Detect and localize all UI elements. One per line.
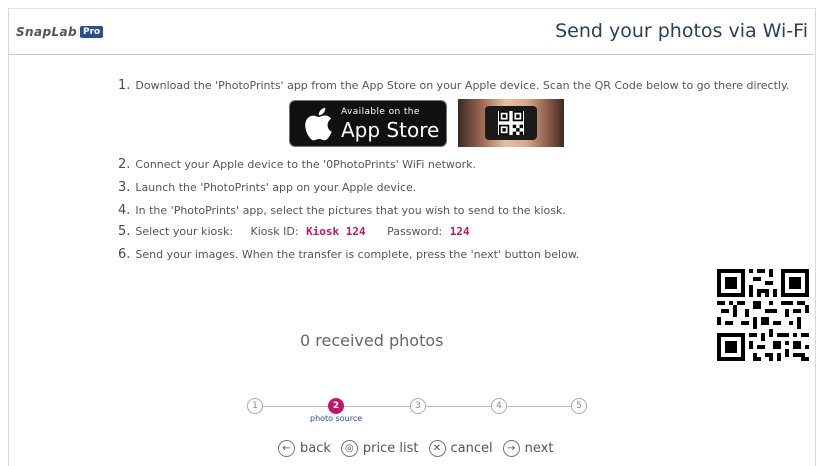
step-1: 1. Download the 'PhotoPrints' app from th… (118, 78, 789, 93)
small-qr-icon (499, 111, 523, 135)
logo-pro-badge: Pro (80, 26, 104, 38)
app-store-badge[interactable]: Available on the App Store (289, 100, 447, 147)
app-store-small-text: Available on the (341, 106, 420, 117)
password-label: Password: (387, 225, 443, 238)
progress-current-label: photo source (310, 414, 363, 423)
next-label: next (524, 441, 554, 456)
step-number: 1. (118, 78, 131, 93)
phone-scanning-image (458, 99, 564, 147)
cancel-label: cancel (450, 441, 493, 456)
kiosk-id-label: Kiosk ID: (250, 225, 299, 238)
progress-step-3: 3 (410, 398, 426, 414)
step-4: 4. In the 'PhotoPrints' app, select the p… (118, 203, 566, 218)
step-text: Download the 'PhotoPrints' app from the … (135, 79, 790, 92)
step-text: Select your kiosk: (135, 225, 234, 238)
price-list-button[interactable]: ◎ price list (340, 440, 419, 457)
progress-step-2-current: 2 (328, 398, 344, 414)
step-5: 5. Select your kiosk: Kiosk ID: Kiosk 124… (118, 224, 470, 239)
kiosk-id-value: Kiosk 124 (306, 225, 366, 238)
back-label: back (300, 441, 331, 456)
password-value: 124 (449, 225, 470, 238)
back-arrow-icon: ← (278, 440, 295, 457)
next-button[interactable]: → next (502, 440, 554, 457)
navigation-bar: ← back ◎ price list ✕ cancel → next (278, 440, 563, 457)
step-6: 6. Send your images. When the transfer is… (118, 247, 579, 262)
step-3: 3. Launch the 'PhotoPrints' app on your A… (118, 180, 416, 195)
step-number: 6. (118, 247, 131, 262)
logo-text: SnapLab (16, 25, 78, 39)
page-title: Send your photos via Wi-Fi (555, 20, 808, 42)
header-divider (8, 54, 814, 55)
step-text: Send your images. When the transfer is c… (135, 248, 580, 261)
progress-step-5: 5 (571, 398, 587, 414)
qr-code-icon (717, 269, 809, 361)
step-number: 5. (118, 224, 131, 239)
next-arrow-icon: → (502, 440, 520, 457)
step-text: In the 'PhotoPrints' app, select the pic… (135, 204, 566, 217)
snaplab-logo: SnapLab Pro (16, 25, 104, 39)
step-number: 4. (118, 203, 131, 218)
progress-stepper: 1 2 3 4 5 (247, 398, 587, 418)
step-2: 2. Connect your Apple device to the '0Pho… (118, 157, 476, 172)
cancel-button[interactable]: ✕ cancel (428, 440, 493, 457)
progress-step-1: 1 (247, 398, 263, 414)
step-text: Launch the 'PhotoPrints' app on your App… (135, 181, 417, 194)
step-text: Connect your Apple device to the '0Photo… (135, 158, 477, 171)
price-list-label: price list (362, 441, 419, 456)
step-number: 3. (118, 180, 131, 195)
progress-step-4: 4 (491, 398, 507, 414)
phone-icon (485, 106, 537, 140)
back-button[interactable]: ← back (278, 440, 331, 457)
apple-logo-icon (305, 107, 332, 140)
close-icon: ✕ (428, 440, 446, 457)
price-list-icon: ◎ (340, 440, 358, 457)
received-photos-count: 0 received photos (300, 331, 444, 350)
app-store-big-text: App Store (341, 117, 440, 142)
step-number: 2. (118, 157, 131, 172)
